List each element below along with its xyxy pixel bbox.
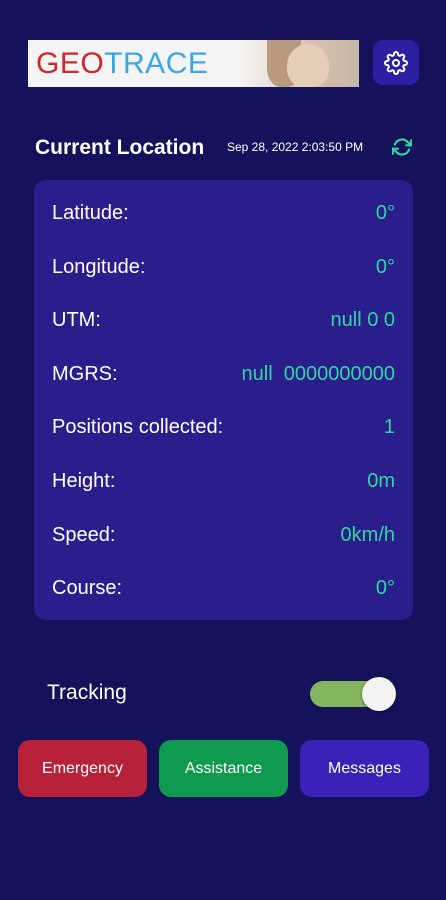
utm-value: null 0 0 [330,308,396,331]
latitude-row: Latitude: 0° [52,198,395,228]
course-row: Course: 0° [52,573,395,603]
messages-button[interactable]: Messages [300,740,429,797]
assistance-button[interactable]: Assistance [159,740,288,797]
course-value: 0° [375,576,395,599]
positions-collected-label: Positions collected: [52,415,224,438]
speed-row: Speed: 0km/h [52,520,395,550]
height-row: Height: 0m [52,466,395,496]
logo-photo [239,40,359,87]
positions-collected-row: Positions collected: 1 [52,412,395,442]
last-update-timestamp: Sep 28, 2022 2:03:50 PM [227,140,364,154]
latitude-label: Latitude: [52,201,129,224]
refresh-button[interactable] [391,137,413,162]
positions-collected-value: 1 [383,415,395,438]
mgrs-value: null 0000000000 [241,362,395,385]
mgrs-label: MGRS: [52,362,118,385]
gear-icon [384,50,408,75]
speed-value: 0km/h [340,523,395,546]
geotrace-logo: GEOTRACE [28,40,359,87]
longitude-label: Longitude: [52,255,146,278]
settings-button[interactable] [373,40,419,85]
longitude-row: Longitude: 0° [52,252,395,282]
tracking-toggle[interactable] [310,677,398,711]
course-label: Course: [52,576,123,599]
longitude-value: 0° [375,255,395,278]
utm-row: UTM: null 0 0 [52,305,395,335]
toggle-knob [362,677,396,711]
logo-text: GEOTRACE [36,47,208,81]
tracking-label: Tracking [47,681,127,704]
utm-label: UTM: [52,308,101,331]
latitude-value: 0° [375,201,395,224]
location-card: Latitude: 0° Longitude: 0° UTM: null 0 0… [34,180,413,620]
logo-trace: TRACE [104,46,209,80]
height-label: Height: [52,469,116,492]
emergency-button[interactable]: Emergency [18,740,147,797]
speed-label: Speed: [52,523,116,546]
logo-geo: GEO [36,46,105,80]
mgrs-row: MGRS: null 0000000000 [52,359,395,389]
page-title: Current Location [35,136,205,159]
refresh-icon [391,138,413,156]
height-value: 0m [367,469,395,492]
